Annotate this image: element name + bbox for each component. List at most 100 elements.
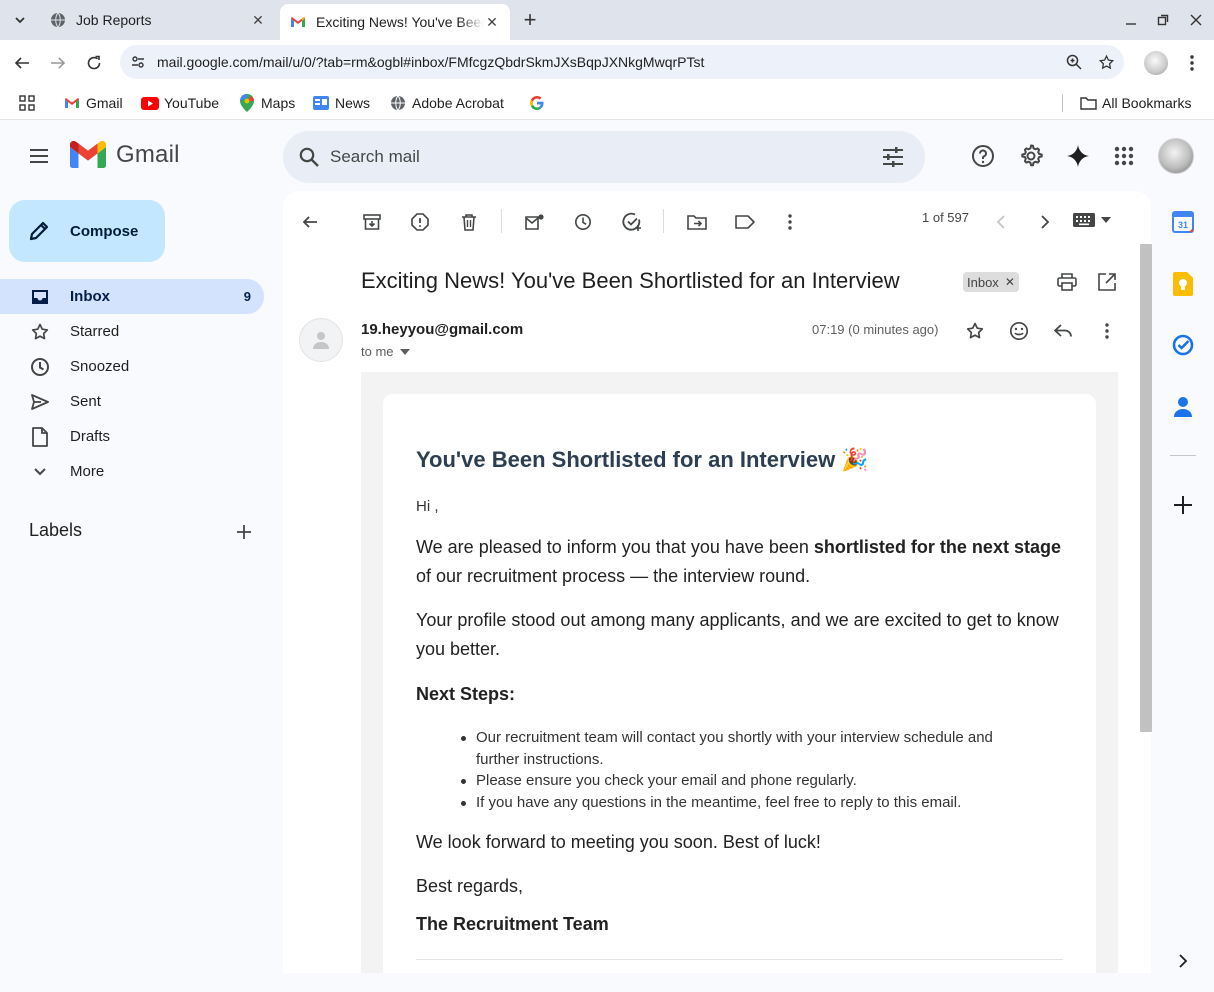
settings-gear-icon[interactable]: [1016, 141, 1046, 171]
contacts-app-button[interactable]: [1170, 394, 1196, 420]
older-button[interactable]: [1030, 207, 1060, 237]
search-options-icon[interactable]: [879, 143, 907, 171]
compose-label: Compose: [70, 222, 139, 240]
toolbar-separator: [501, 209, 502, 233]
main-menu-button[interactable]: [26, 143, 52, 169]
bookmark-maps[interactable]: Maps: [238, 92, 295, 114]
bookmark-star-icon[interactable]: [1096, 52, 1116, 72]
compose-button[interactable]: Compose: [9, 200, 165, 262]
bookmark-gmail[interactable]: Gmail: [63, 92, 123, 114]
gmail-logo[interactable]: Gmail: [70, 141, 180, 169]
tasks-app-button[interactable]: [1170, 332, 1196, 358]
inbox-label-chip[interactable]: Inbox ✕: [963, 272, 1019, 292]
add-to-tasks-button[interactable]: [617, 207, 647, 237]
youtube-icon: [141, 94, 159, 112]
email-closing: We look forward to meeting you soon. Bes…: [416, 832, 821, 852]
move-to-button[interactable]: [682, 207, 712, 237]
reply-button[interactable]: [1050, 318, 1076, 344]
sender-email[interactable]: 19.heyyou@gmail.com: [361, 321, 523, 338]
close-window-button[interactable]: [1184, 8, 1208, 32]
nav-inbox[interactable]: Inbox 9: [0, 279, 264, 314]
help-icon[interactable]: [968, 141, 998, 171]
tab-search-button[interactable]: [8, 8, 32, 32]
search-icon[interactable]: [295, 143, 323, 171]
new-tab-button[interactable]: +: [518, 7, 542, 32]
bookmark-google[interactable]: [528, 92, 551, 114]
google-apps-icon[interactable]: [1109, 141, 1139, 171]
all-bookmarks[interactable]: All Bookmarks: [1079, 92, 1191, 114]
apps-shortcut[interactable]: [18, 92, 41, 114]
delete-button[interactable]: [454, 207, 484, 237]
back-button[interactable]: [9, 50, 35, 76]
input-tools-button[interactable]: [1073, 207, 1117, 233]
snooze-button[interactable]: [568, 207, 598, 237]
create-label-button[interactable]: [232, 520, 256, 544]
more-actions-button[interactable]: [775, 207, 805, 237]
get-addons-button[interactable]: [1170, 492, 1196, 518]
chevron-down-icon: [29, 461, 51, 483]
arrow-right-icon: [51, 57, 66, 69]
close-tab-icon[interactable]: ✕: [250, 12, 266, 28]
nav-more[interactable]: More: [0, 454, 264, 489]
search-bar[interactable]: Search mail: [283, 131, 925, 183]
draft-icon: [29, 426, 51, 448]
bookmark-adobe-acrobat[interactable]: Adobe Acrobat: [389, 92, 504, 114]
open-new-window-button[interactable]: [1094, 269, 1120, 295]
report-spam-icon: [411, 213, 429, 231]
add-reaction-button[interactable]: [1006, 318, 1032, 344]
tab-job-reports[interactable]: Job Reports ✕: [40, 4, 276, 36]
bookmark-news[interactable]: News: [312, 92, 370, 114]
inbox-icon: [29, 286, 51, 308]
keep-app-button[interactable]: [1170, 271, 1196, 297]
news-icon: [312, 94, 330, 112]
reload-button[interactable]: [81, 50, 107, 76]
star-message-button[interactable]: [962, 318, 988, 344]
account-avatar[interactable]: [1158, 138, 1194, 174]
tasks-icon: [1172, 334, 1194, 356]
nav-drafts[interactable]: Drafts: [0, 419, 264, 454]
site-info-icon[interactable]: [126, 50, 150, 74]
nav-starred[interactable]: Starred: [0, 314, 264, 349]
archive-button[interactable]: [357, 207, 387, 237]
email-signature: The Recruitment Team: [416, 914, 609, 934]
restore-button[interactable]: [1151, 8, 1175, 32]
email-regards: Best regards,: [416, 876, 524, 896]
minimize-button[interactable]: [1119, 8, 1143, 32]
tab-gmail-active[interactable]: Exciting News! You've Been Shortlisted f…: [280, 4, 510, 40]
back-to-inbox-button[interactable]: [295, 207, 325, 237]
zoom-icon[interactable]: [1064, 52, 1084, 72]
browser-menu-button[interactable]: [1182, 52, 1202, 74]
search-input[interactable]: Search mail: [330, 147, 420, 167]
scrollbar-thumb[interactable]: [1140, 244, 1152, 732]
close-tab-icon[interactable]: ✕: [484, 14, 500, 30]
menu-icon: [30, 149, 48, 163]
keep-icon: [1173, 272, 1193, 296]
nav-sent[interactable]: Sent: [0, 384, 264, 419]
newer-button[interactable]: [986, 207, 1016, 237]
folder-nav: Inbox 9 Starred Snoozed Sent Drafts More: [0, 279, 264, 489]
calendar-app-button[interactable]: 31: [1170, 209, 1196, 235]
gemini-sparkle-icon[interactable]: [1063, 141, 1093, 171]
show-side-panel-button[interactable]: [1170, 948, 1196, 974]
toolbar-separator: [663, 209, 664, 233]
forward-button[interactable]: [45, 50, 71, 76]
address-bar[interactable]: mail.google.com/mail/u/0/?tab=rm&ogbl#in…: [120, 45, 1124, 79]
message-more-button[interactable]: [1094, 318, 1120, 344]
browser-profile-avatar[interactable]: [1144, 51, 1168, 75]
report-spam-button[interactable]: [405, 207, 435, 237]
more-vert-icon: [1105, 323, 1109, 339]
recipient-details[interactable]: to me: [361, 344, 410, 359]
reload-icon: [87, 55, 101, 70]
print-button[interactable]: [1054, 269, 1080, 295]
email-subject: Exciting News! You've Been Shortlisted f…: [361, 268, 900, 293]
label-icon: [735, 215, 755, 229]
keyboard-icon: [1073, 213, 1095, 227]
email-body-background: You've Been Shortlisted for an Interview…: [361, 372, 1118, 973]
bookmark-youtube[interactable]: YouTube: [141, 92, 219, 114]
remove-label-icon[interactable]: ✕: [1005, 275, 1015, 289]
sender-avatar[interactable]: [299, 318, 343, 362]
nav-snoozed[interactable]: Snoozed: [0, 349, 264, 384]
print-icon: [1057, 273, 1077, 291]
labels-button[interactable]: [730, 207, 760, 237]
mark-unread-button[interactable]: [520, 207, 550, 237]
